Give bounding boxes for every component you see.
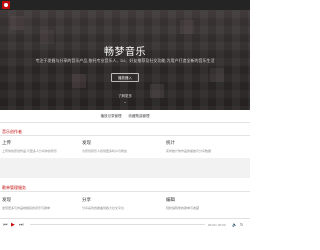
feature-discover-2[interactable]: 发现 发现更多与你品味相投的音乐与歌单 [2, 197, 50, 210]
mosaic-tile [40, 30, 54, 44]
prev-icon[interactable]: ⏮ [3, 222, 8, 228]
tab-bar: 播放记录管理 收藏歌曲管理 [0, 110, 250, 123]
section-spacer [0, 158, 250, 178]
mosaic-tile [180, 20, 194, 34]
feature-edit[interactable]: 编辑 轻松编辑你的歌单与收藏 [166, 197, 199, 210]
feature-desc: 轻松编辑你的歌单与收藏 [166, 206, 200, 210]
feature-desc: 分享喜欢的歌曲到各大社交平台 [82, 206, 125, 210]
feature-desc: 为原创音乐人找到更多听众与粉丝 [82, 149, 128, 153]
next-icon[interactable]: ⏭ [19, 222, 24, 228]
feature-desc: 实时统计你作品的播放与分享数据 [166, 149, 212, 153]
play-icon[interactable]: ▶ [11, 222, 15, 228]
feature-title: 发现 [2, 197, 11, 202]
feature-upload[interactable]: 上传 上传你的原创作品,与更多人分享你的音乐 [2, 140, 57, 153]
feature-share[interactable]: 分享 分享喜欢的歌曲到各大社交平台 [82, 197, 124, 210]
player-bar: ⏮ ▶ ⏭ 00:00 / 00:00 🔈 ↻ [0, 218, 250, 230]
tab-favorites[interactable]: 收藏歌曲管理 [128, 110, 149, 122]
hero-subtitle: 专注于发掘与分享的音乐产品,依托专业音乐人、DJ、好友推荐及社交功能,为用户打造… [35, 58, 215, 63]
feature-title: 发现 [82, 140, 91, 145]
mosaic-tile [10, 16, 24, 30]
volume-icon[interactable]: 🔈 [232, 222, 237, 228]
feature-title: 上传 [2, 140, 11, 145]
logo-icon[interactable] [2, 1, 10, 9]
loop-icon[interactable]: ↻ [240, 222, 243, 228]
time-readout: 00:00 / 00:00 [208, 222, 226, 227]
enter-player-button[interactable]: 播放器入 [111, 73, 139, 82]
feature-desc: 发现更多与你品味相投的音乐与歌单 [2, 206, 51, 210]
topbar-actions [216, 2, 246, 15]
hero-title: 畅梦音乐 [104, 47, 146, 58]
feature-stats[interactable]: 统计 实时统计你作品的播放与分享数据 [166, 140, 211, 153]
feature-title: 分享 [82, 197, 91, 202]
divider [0, 135, 250, 136]
feature-discover[interactable]: 发现 为原创音乐人找到更多听众与粉丝 [82, 140, 127, 153]
feature-title: 统计 [166, 140, 175, 145]
hero-banner: 畅梦音乐 专注于发掘与分享的音乐产品,依托专业音乐人、DJ、好友推荐及社交功能,… [0, 10, 250, 110]
chevron-down-icon[interactable]: ⌄ [122, 100, 128, 104]
mosaic-tile [210, 68, 224, 82]
divider [0, 191, 250, 192]
feature-desc: 上传你的原创作品,与更多人分享你的音乐 [2, 149, 57, 153]
progress-bar[interactable] [30, 224, 205, 226]
page-footer [0, 230, 250, 250]
top-bar [0, 0, 250, 15]
mosaic-tile [72, 74, 86, 88]
tab-play-history[interactable]: 播放记录管理 [101, 110, 122, 122]
feature-title: 编辑 [166, 197, 175, 202]
